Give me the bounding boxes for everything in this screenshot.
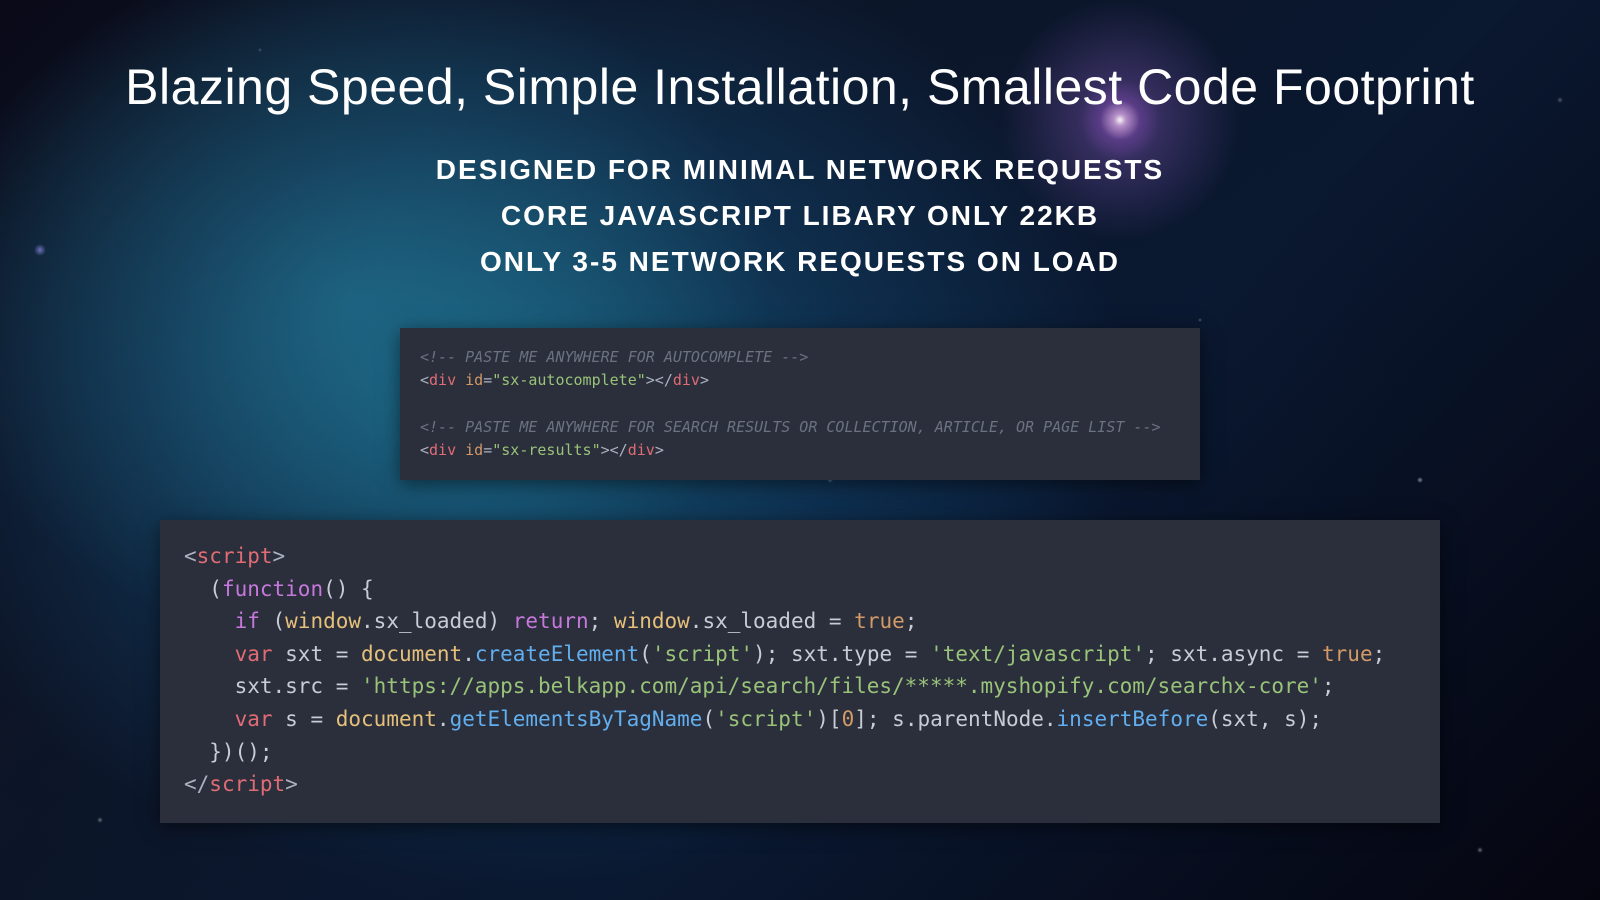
- subtitle-2: CORE JAVASCRIPT LIBARY ONLY 22KB: [501, 200, 1099, 232]
- slide: Blazing Speed, Simple Installation, Smal…: [0, 0, 1600, 900]
- code-snippet-html: <!-- PASTE ME ANYWHERE FOR AUTOCOMPLETE …: [400, 328, 1200, 480]
- code-snippet-js: <script> (function() { if (window.sx_loa…: [160, 520, 1440, 822]
- subtitle-1: DESIGNED FOR MINIMAL NETWORK REQUESTS: [436, 154, 1164, 186]
- code-comment: <!-- PASTE ME ANYWHERE FOR SEARCH RESULT…: [420, 418, 1161, 436]
- code-comment: <!-- PASTE ME ANYWHERE FOR AUTOCOMPLETE …: [420, 348, 808, 366]
- slide-title: Blazing Speed, Simple Installation, Smal…: [125, 58, 1475, 116]
- subtitle-3: ONLY 3-5 NETWORK REQUESTS ON LOAD: [480, 246, 1120, 278]
